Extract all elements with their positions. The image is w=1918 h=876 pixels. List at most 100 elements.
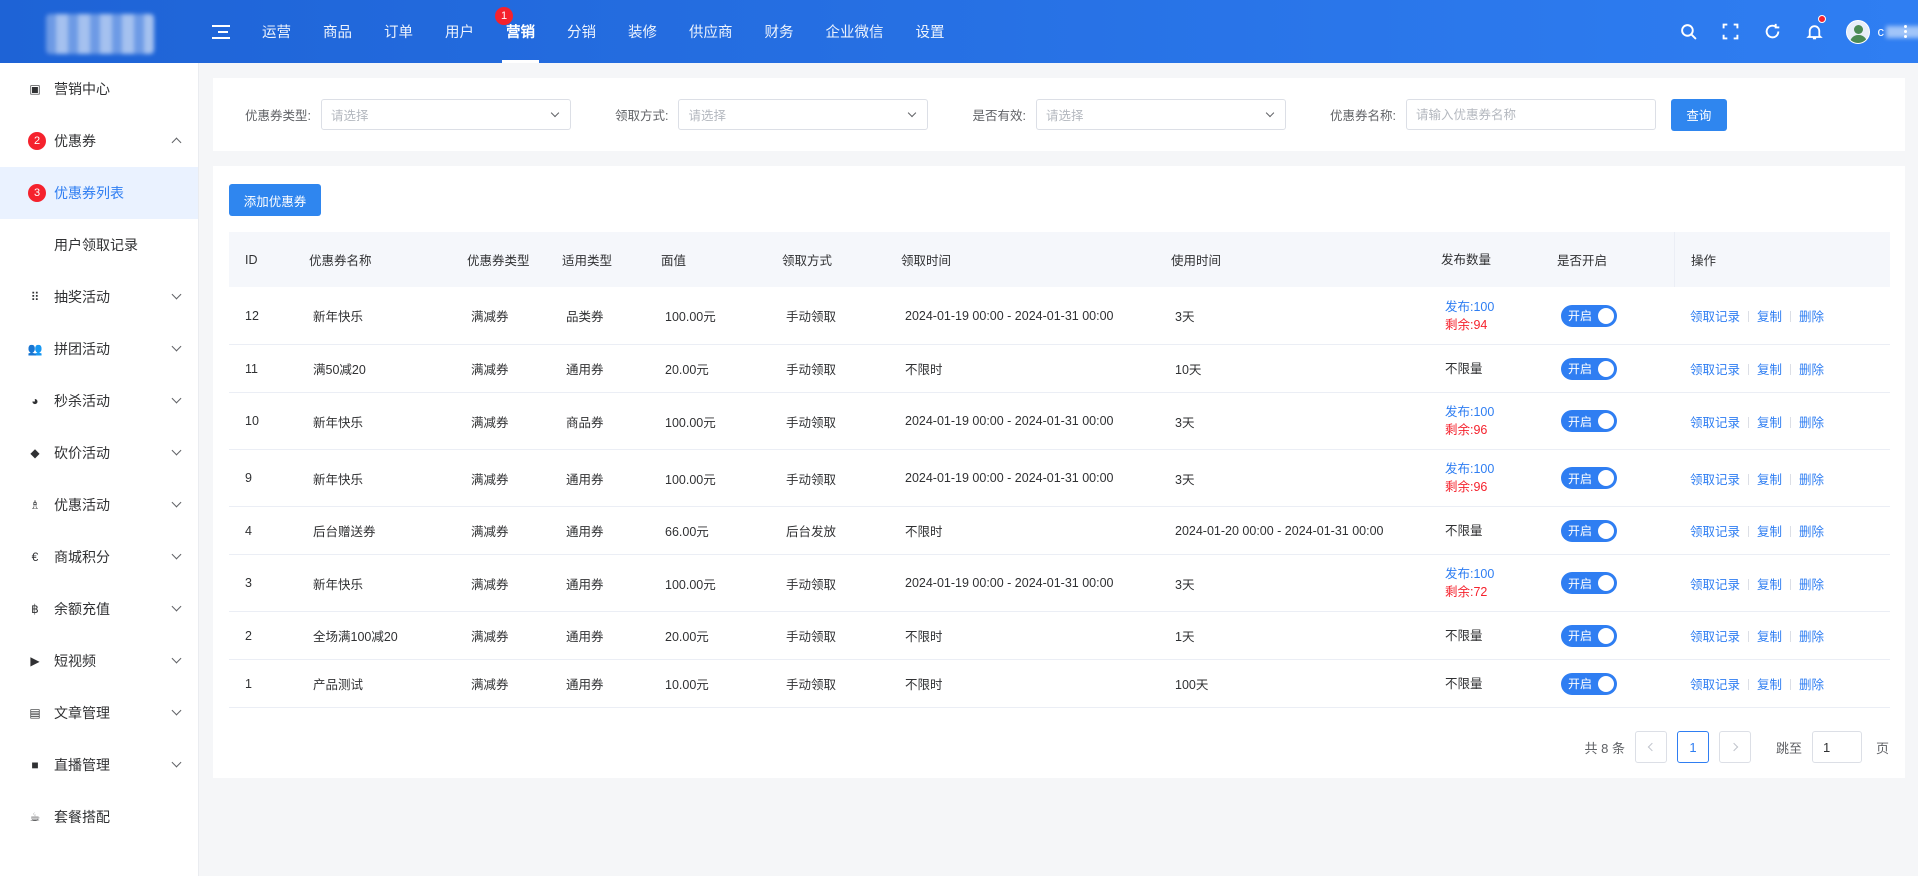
delete-link[interactable]: 删除: [1799, 678, 1824, 692]
coupon-type-select[interactable]: 请选择: [320, 99, 571, 130]
sidebar-item[interactable]: ☕ 套餐搭配: [0, 791, 198, 843]
receive-record-link[interactable]: 领取记录: [1690, 416, 1740, 430]
enable-toggle[interactable]: 开启: [1561, 304, 1617, 327]
search-icon[interactable]: [1668, 0, 1710, 63]
nav-item[interactable]: 用户: [429, 0, 490, 63]
sidebar-item[interactable]: ◕ 秒杀活动: [0, 375, 198, 427]
cell-coupon-type: 满减券: [471, 415, 509, 430]
cell-receive-time: 2024-01-19 00:00 - 2024-01-31 00:00: [905, 576, 1114, 590]
sidebar-menu-icon: ◕: [31, 394, 39, 408]
receive-record-link[interactable]: 领取记录: [1690, 363, 1740, 377]
sidebar-item-label: 优惠券: [54, 133, 96, 149]
refresh-icon[interactable]: [1752, 0, 1794, 63]
bell-icon[interactable]: [1794, 0, 1836, 63]
cell-actions: 领取记录 复制 删除: [1674, 521, 1890, 540]
remaining-line: 剩余:72: [1445, 583, 1547, 601]
enable-toggle[interactable]: 开启: [1561, 572, 1617, 594]
copy-link[interactable]: 复制: [1757, 525, 1782, 539]
jump-page-input[interactable]: [1811, 731, 1862, 763]
filter-panel: 优惠券类型: 请选择 领取方式: 请选择 是否有效: 请选择 优惠券名称: 查询: [213, 78, 1905, 151]
sidebar-item[interactable]: 3 优惠券列表: [0, 167, 198, 219]
sidebar-item[interactable]: 👥 拼团活动: [0, 323, 198, 375]
copy-link[interactable]: 复制: [1757, 630, 1782, 644]
action-divider: [1790, 679, 1792, 690]
enable-toggle[interactable]: 开启: [1561, 624, 1617, 647]
delete-link[interactable]: 删除: [1799, 525, 1824, 539]
nav-item[interactable]: 分销: [551, 0, 612, 63]
nav-item[interactable]: 装修: [612, 0, 673, 63]
user-menu[interactable]: c: [1845, 19, 1918, 44]
delete-link[interactable]: 删除: [1799, 363, 1824, 377]
delete-link[interactable]: 删除: [1799, 630, 1824, 644]
enable-toggle[interactable]: 开启: [1561, 410, 1617, 432]
column-header: 是否开启: [1557, 254, 1608, 268]
sidebar-item-label: 商城积分: [54, 549, 110, 565]
add-coupon-button[interactable]: 添加优惠券: [229, 184, 321, 216]
column-header: 优惠券名称: [309, 254, 372, 268]
nav-item[interactable]: 设置: [900, 0, 961, 63]
published-value: 100: [1473, 567, 1495, 581]
nav-item[interactable]: 运营: [246, 0, 307, 63]
enable-toggle[interactable]: 开启: [1561, 467, 1617, 489]
nav-item[interactable]: 财务: [749, 0, 810, 63]
unlimited-text: 不限量: [1445, 361, 1483, 376]
sidebar-item[interactable]: € 商城积分: [0, 531, 198, 583]
delete-link[interactable]: 删除: [1799, 578, 1824, 592]
sidebar-item[interactable]: 2 优惠券: [0, 115, 198, 167]
logo[interactable]: [0, 0, 200, 63]
coupon-name-input[interactable]: [1405, 99, 1656, 130]
receive-record-link[interactable]: 领取记录: [1690, 630, 1740, 644]
delete-link[interactable]: 删除: [1799, 310, 1824, 324]
next-page-button[interactable]: [1718, 731, 1751, 763]
cell-apply-type: 通用券: [566, 678, 604, 692]
receive-record-link[interactable]: 领取记录: [1690, 578, 1740, 592]
copy-link[interactable]: 复制: [1757, 416, 1782, 430]
sidebar-item[interactable]: ◆ 砍价活动: [0, 427, 198, 479]
copy-link[interactable]: 复制: [1757, 363, 1782, 377]
nav-item[interactable]: 企业微信: [810, 0, 900, 63]
sidebar-item[interactable]: ▣ 营销中心: [0, 63, 198, 115]
fullscreen-icon[interactable]: [1710, 0, 1752, 63]
nav-item[interactable]: 订单: [368, 0, 429, 63]
cell-receive-method: 手动领取: [786, 415, 837, 430]
sidebar-menu-icon: ◆: [30, 446, 40, 460]
unlimited-text: 不限量: [1445, 628, 1483, 643]
copy-link[interactable]: 复制: [1757, 578, 1782, 592]
prev-page-button[interactable]: [1634, 731, 1667, 763]
enable-toggle[interactable]: 开启: [1561, 519, 1617, 542]
unlimited-text: 不限量: [1445, 676, 1483, 691]
receive-method-select[interactable]: 请选择: [678, 99, 929, 130]
sidebar-item-label: 营销中心: [54, 81, 110, 97]
sidebar-item[interactable]: ♗ 优惠活动: [0, 479, 198, 531]
copy-link[interactable]: 复制: [1757, 310, 1782, 324]
valid-select[interactable]: 请选择: [1035, 99, 1286, 130]
notification-dot: [1817, 15, 1826, 23]
enable-toggle[interactable]: 开启: [1561, 357, 1617, 380]
receive-record-link[interactable]: 领取记录: [1690, 473, 1740, 487]
nav-item[interactable]: 营销 1: [490, 0, 551, 63]
sidebar-item[interactable]: ■ 直播管理: [0, 739, 198, 791]
receive-record-link[interactable]: 领取记录: [1690, 310, 1740, 324]
sidebar-item[interactable]: ▶ 短视频: [0, 635, 198, 687]
action-divider: [1790, 631, 1792, 642]
cell-enabled: 开启: [1547, 467, 1674, 489]
sidebar-item[interactable]: ⠿ 抽奖活动: [0, 271, 198, 323]
receive-record-link[interactable]: 领取记录: [1690, 525, 1740, 539]
action-divider: [1748, 679, 1750, 690]
collapse-menu-icon[interactable]: [212, 23, 230, 41]
delete-link[interactable]: 删除: [1799, 473, 1824, 487]
page-number-button[interactable]: 1: [1676, 731, 1709, 763]
sidebar-item[interactable]: 用户领取记录: [0, 219, 198, 271]
query-button[interactable]: 查询: [1670, 98, 1727, 131]
nav-item[interactable]: 供应商: [673, 0, 749, 63]
delete-link[interactable]: 删除: [1799, 416, 1824, 430]
enable-toggle[interactable]: 开启: [1561, 672, 1617, 695]
sidebar-item[interactable]: ▤ 文章管理: [0, 687, 198, 739]
receive-record-link[interactable]: 领取记录: [1690, 678, 1740, 692]
sidebar-item[interactable]: ฿ 余额充值: [0, 583, 198, 635]
total-count: 共 8 条: [1584, 740, 1625, 756]
cell-publish-count: 发布:100 剩余:72: [1437, 565, 1547, 601]
copy-link[interactable]: 复制: [1757, 678, 1782, 692]
nav-item[interactable]: 商品: [307, 0, 368, 63]
copy-link[interactable]: 复制: [1757, 473, 1782, 487]
